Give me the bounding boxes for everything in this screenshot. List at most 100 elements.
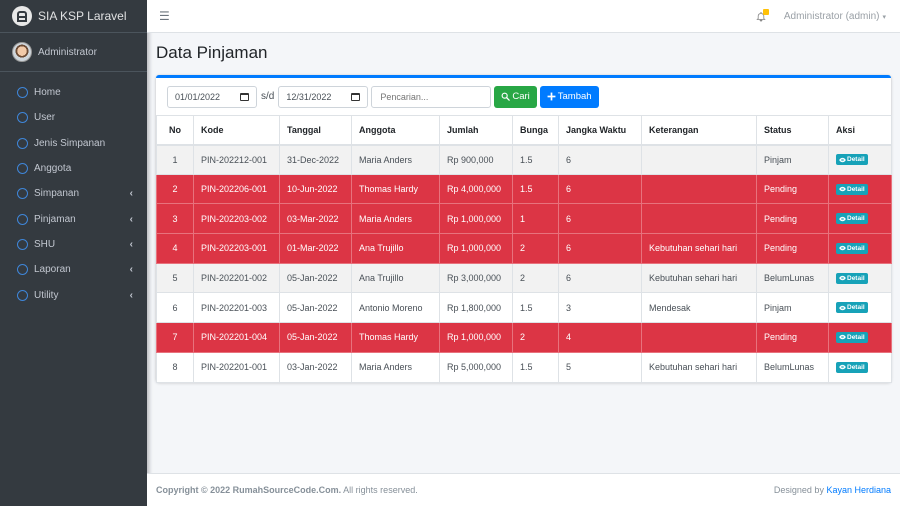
- circle-icon: [17, 137, 28, 149]
- detail-button[interactable]: Detail: [836, 331, 868, 343]
- cell-jumlah: Rp 1,000,000: [439, 322, 513, 353]
- column-header-jangka-waktu: Jangka Waktu: [558, 115, 642, 146]
- sidebar-item-label: Utility: [34, 289, 59, 301]
- sidebar-item-home[interactable]: Home: [0, 80, 147, 105]
- cell-bunga: 1.5: [512, 144, 559, 175]
- cell-no: 2: [156, 173, 194, 205]
- cell-tanggal: 05-Jan-2022: [279, 322, 352, 353]
- cell-jangka: 4: [558, 322, 642, 353]
- eye-icon: [839, 216, 846, 221]
- cell-anggota: Ana Trujillo: [351, 233, 440, 264]
- eye-icon: [839, 157, 846, 162]
- cell-status: Pinjam: [756, 144, 829, 175]
- detail-button[interactable]: Detail: [836, 272, 868, 284]
- cell-anggota: Maria Anders: [351, 203, 440, 235]
- sidebar-item-label: User: [34, 112, 56, 124]
- cell-jangka: 6: [558, 203, 642, 235]
- cell-kode: PIN-202201-001: [193, 351, 280, 383]
- sidebar-item-shu[interactable]: SHU ‹: [0, 232, 147, 257]
- cell-status: Pinjam: [756, 292, 829, 324]
- cell-keterangan: [641, 173, 757, 205]
- detail-button[interactable]: Detail: [836, 154, 868, 166]
- loans-card: 01/01/2022 s/d 12/31/2022 Cari Tambah: [156, 75, 892, 383]
- sidebar-item-simpanan[interactable]: Simpanan ‹: [0, 181, 147, 206]
- table-row: 6 PIN-202201-003 05-Jan-2022 Antonio Moreno…: [156, 292, 892, 324]
- cell-aksi: Detail: [828, 262, 892, 294]
- designer-link[interactable]: Kayan Herdiana: [826, 485, 891, 495]
- cell-status: Pending: [756, 233, 829, 264]
- add-loan-button-label: Tambah: [557, 91, 592, 102]
- search-button-label: Cari: [512, 91, 530, 102]
- cell-tanggal: 05-Jan-2022: [279, 292, 352, 324]
- top-navbar: ☰ Administrator (admin) ▾: [147, 0, 900, 33]
- circle-icon: [17, 264, 28, 276]
- menu-toggle-icon[interactable]: ☰: [159, 9, 170, 23]
- cell-keterangan: [641, 144, 757, 175]
- cell-jangka: 6: [558, 233, 642, 264]
- circle-icon: [17, 87, 28, 99]
- cell-jumlah: Rp 1,800,000: [439, 292, 513, 324]
- user-menu-dropdown[interactable]: Administrator (admin) ▾: [784, 11, 886, 22]
- cell-status: Pending: [756, 322, 829, 353]
- add-loan-button[interactable]: Tambah: [539, 85, 599, 108]
- date-from-value: 01/01/2022: [175, 91, 221, 102]
- cell-kode: PIN-202212-001: [193, 144, 280, 175]
- eye-icon: [839, 186, 846, 192]
- sidebar-item-anggota[interactable]: Anggota: [0, 156, 147, 181]
- table-row: 3 PIN-202203-002 03-Mar-2022 Maria Anders Rp…: [156, 203, 892, 235]
- notifications-button[interactable]: [756, 9, 770, 23]
- sidebar-item-laporan[interactable]: Laporan ‹: [0, 257, 147, 282]
- date-from-input[interactable]: 01/01/2022: [167, 85, 257, 108]
- detail-button[interactable]: Detail: [836, 213, 868, 225]
- cell-kode: PIN-202201-002: [193, 262, 280, 294]
- chevron-left-icon: ‹: [129, 188, 133, 200]
- detail-button[interactable]: Detail: [836, 361, 868, 373]
- date-range-separator: s/d: [261, 91, 275, 102]
- search-input[interactable]: [371, 85, 492, 108]
- cell-anggota: Antonio Moreno: [351, 292, 440, 324]
- sidebar-item-user[interactable]: User: [0, 105, 147, 130]
- cell-keterangan: Mendesak: [641, 292, 757, 324]
- cell-jumlah: Rp 900,000: [439, 144, 513, 175]
- detail-button-label: Detail: [847, 244, 865, 252]
- brand-link[interactable]: SIA KSP Laravel: [0, 0, 147, 33]
- detail-button-label: Detail: [847, 333, 865, 341]
- detail-button[interactable]: Detail: [836, 302, 868, 314]
- plus-icon: [547, 92, 556, 101]
- eye-icon: [839, 305, 846, 310]
- sidebar-item-label: Simpanan: [34, 188, 80, 200]
- calendar-icon[interactable]: [240, 92, 249, 101]
- detail-button[interactable]: Detail: [836, 183, 868, 195]
- cell-aksi: Detail: [828, 203, 892, 235]
- cell-bunga: 2: [512, 233, 559, 264]
- cell-anggota: Maria Anders: [351, 144, 440, 175]
- date-to-value: 12/31/2022: [286, 91, 332, 102]
- column-header-keterangan: Keterangan: [641, 115, 757, 146]
- calendar-icon[interactable]: [351, 92, 361, 101]
- circle-icon: [17, 213, 28, 225]
- search-button[interactable]: Cari: [494, 85, 537, 108]
- cell-anggota: Thomas Hardy: [351, 322, 440, 353]
- eye-icon: [839, 364, 846, 370]
- cell-tanggal: 03-Jan-2022: [279, 351, 352, 383]
- sidebar-item-pinjaman[interactable]: Pinjaman ‹: [0, 206, 147, 231]
- user-panel[interactable]: Administrator: [0, 33, 147, 72]
- loans-table: No Kode Tanggal Anggota Jumlah Bunga Jangka Wa…: [156, 115, 892, 383]
- avatar: [12, 42, 32, 62]
- sidebar-item-label: Jenis Simpanan: [34, 137, 106, 149]
- cell-bunga: 1.5: [512, 173, 559, 205]
- chevron-left-icon: ‹: [129, 289, 133, 301]
- cell-no: 7: [156, 322, 194, 353]
- sidebar-item-jenis-simpanan[interactable]: Jenis Simpanan: [0, 131, 147, 156]
- cell-keterangan: [641, 322, 757, 353]
- chevron-left-icon: ‹: [129, 213, 133, 225]
- cell-kode: PIN-202203-001: [193, 233, 280, 264]
- cell-aksi: Detail: [828, 144, 892, 175]
- chevron-left-icon: ‹: [129, 238, 133, 250]
- column-header-bunga: Bunga: [512, 115, 559, 146]
- sidebar-item-utility[interactable]: Utility ‹: [0, 282, 147, 307]
- detail-button-label: Detail: [847, 363, 865, 371]
- date-to-input[interactable]: 12/31/2022: [278, 85, 369, 108]
- sidebar-item-label: Pinjaman: [34, 213, 76, 225]
- detail-button[interactable]: Detail: [836, 242, 868, 254]
